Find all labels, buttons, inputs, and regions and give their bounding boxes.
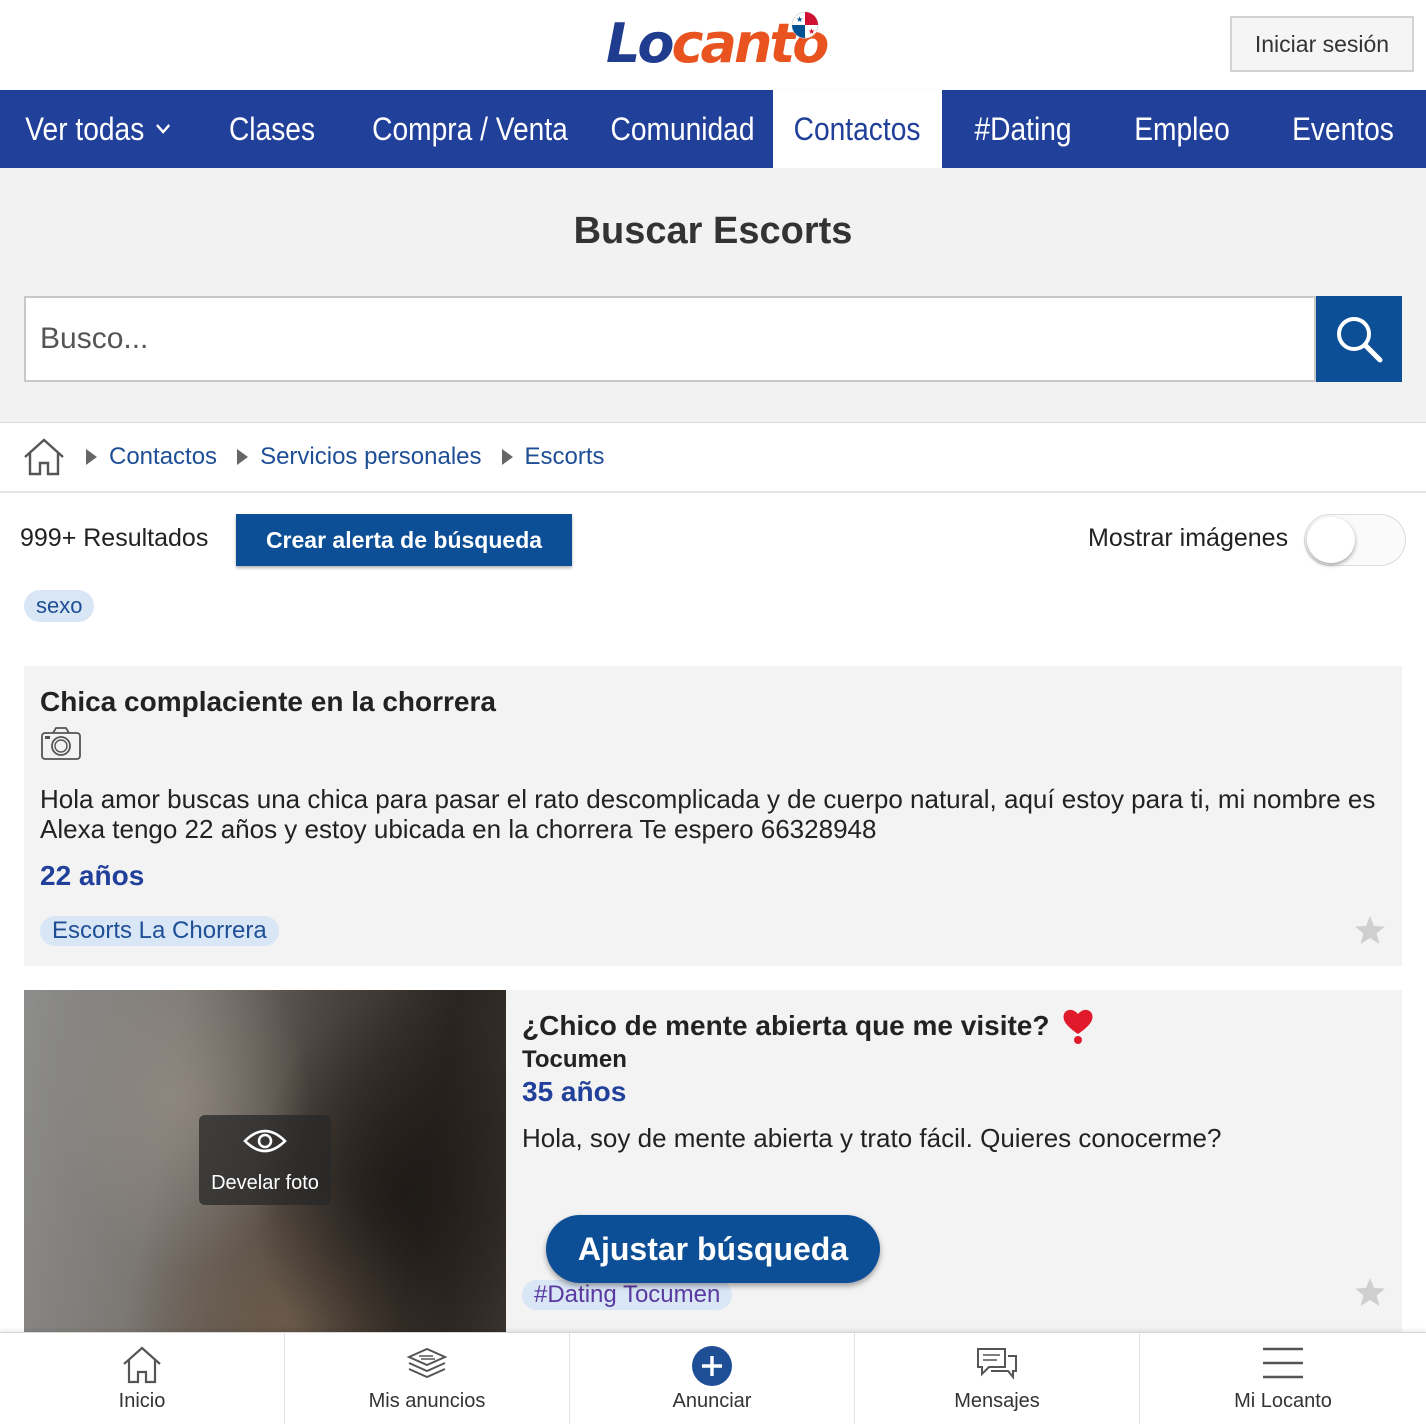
panama-flag-icon: ★ ★ — [791, 11, 819, 39]
listing-location-tag[interactable]: #Dating Tocumen — [522, 1280, 733, 1310]
svg-text:★: ★ — [796, 15, 803, 24]
listing-description: Hola, soy de mente abierta y trato fácil… — [522, 1123, 1222, 1153]
filter-tag-sexo[interactable]: sexo — [24, 590, 95, 622]
menu-icon — [1263, 1347, 1303, 1379]
tab-label: Mi Locanto — [1234, 1390, 1332, 1412]
listing-title[interactable]: ¿Chico de mente abierta que me visite? — [522, 1010, 1049, 1042]
listing-card[interactable]: Chica complaciente en la chorrera Hola a… — [24, 666, 1402, 966]
camera-icon — [41, 727, 81, 760]
listing-description: Hola amor buscas una chica para pasar el… — [40, 784, 1376, 844]
tab-label: Inicio — [118, 1390, 166, 1412]
nav-item-label: Contactos — [794, 110, 921, 147]
nav-item-compra-venta[interactable]: Compra / Venta — [363, 90, 578, 168]
search-button[interactable] — [1316, 296, 1402, 382]
tab-label: Anunciar — [672, 1390, 752, 1412]
nav-item-eventos[interactable]: Eventos — [1270, 90, 1416, 168]
breadcrumb-separator — [86, 449, 97, 465]
listing-location: Tocumen — [522, 1046, 627, 1073]
bottom-tab-bar: Inicio Mis anuncios Anunciar Mensajes Mi… — [0, 1332, 1426, 1424]
breadcrumb-separator — [501, 449, 513, 465]
favorite-star-icon[interactable] — [1354, 914, 1386, 946]
tab-label: Mensajes — [954, 1390, 1040, 1412]
reveal-photo-button[interactable]: Develar foto — [199, 1115, 331, 1205]
reveal-photo-label: Develar foto — [211, 1172, 319, 1194]
locanto-logo[interactable]: Locanto ★ ★ — [606, 8, 829, 76]
nav-item-label: Ver todas — [25, 110, 145, 147]
breadcrumb: Contactos Servicios personales Escorts — [0, 423, 1426, 493]
header: Locanto ★ ★ Iniciar sesión — [0, 0, 1426, 90]
tab-anunciar[interactable]: Anunciar — [570, 1333, 855, 1424]
nav-item-clases[interactable]: Clases — [205, 90, 339, 168]
nav-item-empleo[interactable]: Empleo — [1113, 90, 1250, 168]
page-title: Buscar Escorts — [573, 210, 853, 252]
page-root: Locanto ★ ★ Iniciar sesión Ver todas Cla… — [0, 0, 1426, 1424]
nav-item-dating[interactable]: #Dating — [952, 90, 1095, 168]
listing-location-tag[interactable]: Escorts La Chorrera — [40, 916, 279, 946]
nav-item-comunidad[interactable]: Comunidad — [603, 90, 762, 168]
eye-icon — [243, 1129, 287, 1153]
breadcrumb-separator — [237, 449, 249, 465]
nav-item-ver-todas[interactable]: Ver todas — [12, 90, 184, 168]
tab-mi-locanto[interactable]: Mi Locanto — [1140, 1333, 1426, 1424]
logo-text-part1: Lo — [606, 12, 674, 75]
breadcrumb-contactos[interactable]: Contactos — [109, 443, 217, 471]
listing-age: 35 años — [522, 1076, 627, 1107]
heart-icon — [1063, 1009, 1093, 1044]
listing-title[interactable]: Chica complaciente en la chorrera — [40, 686, 496, 718]
adjust-search-button[interactable]: Ajustar búsqueda — [546, 1215, 880, 1283]
listing-age: 22 años — [40, 860, 145, 891]
chevron-down-icon — [155, 124, 170, 134]
login-button[interactable]: Iniciar sesión — [1230, 16, 1414, 72]
chat-icon — [977, 1348, 1017, 1380]
search-icon — [1337, 317, 1383, 363]
search-section: Buscar Escorts — [0, 168, 1426, 423]
listing-card[interactable]: Develar foto ¿Chico de mente abierta que… — [24, 990, 1402, 1335]
tab-inicio[interactable]: Inicio — [0, 1333, 285, 1424]
tab-mis-anuncios[interactable]: Mis anuncios — [285, 1333, 570, 1424]
toggle-knob — [1307, 517, 1355, 563]
category-nav: Ver todas Clases Compra / Venta Comunida… — [0, 90, 1426, 168]
show-images-label: Mostrar imágenes — [1088, 524, 1289, 552]
home-icon — [123, 1346, 161, 1384]
nav-item-contactos[interactable]: Contactos — [773, 90, 942, 168]
plus-circle-icon — [692, 1346, 732, 1386]
create-search-alert-button[interactable]: Crear alerta de búsqueda — [236, 514, 572, 566]
svg-text:★: ★ — [808, 27, 815, 36]
results-count: 999+ Resultados — [20, 524, 209, 552]
tab-label: Mis anuncios — [368, 1390, 486, 1412]
favorite-star-icon[interactable] — [1354, 1276, 1386, 1308]
tab-mensajes[interactable]: Mensajes — [855, 1333, 1140, 1424]
breadcrumb-escorts[interactable]: Escorts — [525, 443, 605, 471]
blurred-listing-photo: Develar foto — [24, 990, 506, 1335]
search-input[interactable] — [24, 296, 1316, 382]
show-images-toggle[interactable] — [1304, 514, 1406, 566]
layers-icon — [406, 1347, 448, 1379]
breadcrumb-servicios-personales[interactable]: Servicios personales — [260, 443, 481, 471]
home-icon[interactable] — [22, 437, 66, 477]
